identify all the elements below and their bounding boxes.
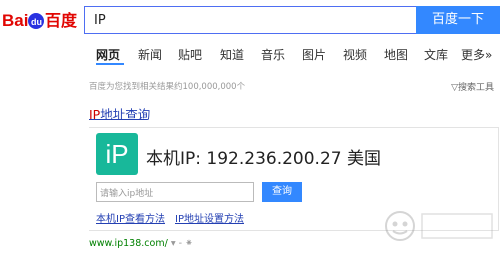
result-title-link[interactable]: IP地址查询 bbox=[89, 104, 150, 123]
search-query-text: IP bbox=[94, 13, 106, 28]
search-nav: 网页 新闻 贴吧 知道 音乐 图片 视频 地图 文库 更多» bbox=[0, 42, 500, 66]
watermark-logo bbox=[385, 211, 493, 241]
tab-video[interactable]: 视频 bbox=[343, 46, 367, 63]
tab-tieba[interactable]: 贴吧 bbox=[178, 46, 202, 63]
tab-music[interactable]: 音乐 bbox=[261, 46, 285, 63]
baidu-logo[interactable]: Bai du 百度 bbox=[2, 6, 82, 34]
result-url[interactable]: www.ip138.com/ ▾ - ⁕ bbox=[89, 238, 193, 249]
local-ip-text: 本机IP: 192.236.200.27 美国 bbox=[146, 149, 381, 169]
search-tools-label: 搜索工具 bbox=[457, 83, 494, 93]
local-ip-method-link[interactable]: 本机IP查看方法 bbox=[96, 210, 165, 225]
search-button[interactable]: 百度一下 bbox=[416, 6, 500, 34]
svg-text:百度: 百度 bbox=[45, 11, 78, 30]
tab-zhidao[interactable]: 知道 bbox=[220, 46, 244, 63]
ip-address-input[interactable]: 请输入ip地址 bbox=[96, 182, 254, 202]
ip-settings-method-link[interactable]: IP地址设置方法 bbox=[175, 210, 244, 225]
svg-text:du: du bbox=[31, 17, 42, 27]
tab-images[interactable]: 图片 bbox=[302, 46, 326, 63]
tab-news[interactable]: 新闻 bbox=[138, 46, 162, 63]
ip-icon: iP bbox=[96, 133, 138, 175]
svg-text:Bai: Bai bbox=[2, 11, 28, 30]
search-input[interactable]: IP bbox=[84, 6, 416, 34]
result-title-underline bbox=[89, 119, 147, 120]
tab-more[interactable]: 更多» bbox=[461, 46, 492, 63]
ip-input-placeholder: 请输入ip地址 bbox=[100, 189, 154, 199]
tab-web[interactable]: 网页 bbox=[96, 46, 120, 63]
tab-wenku[interactable]: 文库 bbox=[424, 46, 448, 63]
result-url-text: www.ip138.com/ bbox=[89, 238, 168, 249]
ip-query-button[interactable]: 查询 bbox=[262, 182, 302, 202]
tab-map[interactable]: 地图 bbox=[384, 46, 408, 63]
filter-icon: ▽ bbox=[451, 83, 458, 93]
result-url-extra-icons: ▾ - ⁕ bbox=[170, 238, 194, 249]
active-tab-indicator bbox=[96, 63, 124, 65]
search-tools[interactable]: ▽搜索工具 bbox=[451, 80, 494, 93]
result-stats: 百度为您找到相关结果约100,000,000个 bbox=[89, 82, 246, 92]
